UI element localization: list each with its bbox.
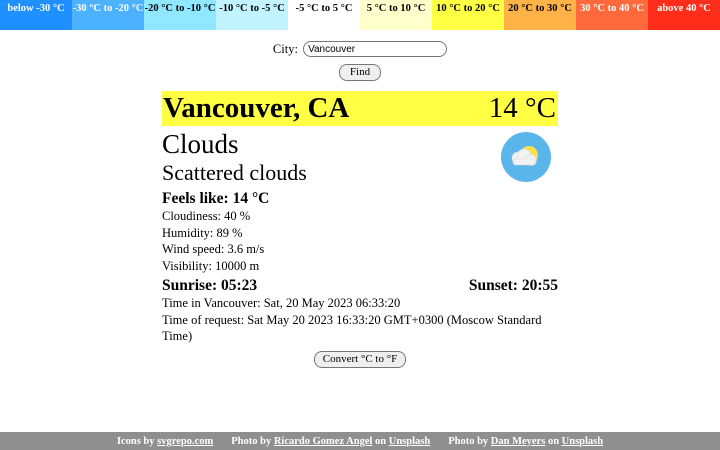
legend-cell: -5 °C to 5 °C [288, 0, 360, 30]
feels-like: Feels like: 14 °C [162, 190, 270, 207]
legend-cell: 5 °C to 10 °C [360, 0, 432, 30]
find-button[interactable]: Find [339, 64, 381, 81]
svgrepo-link[interactable]: svgrepo.com [157, 436, 213, 447]
sunset: Sunset: 20:55 [468, 277, 558, 294]
convert-units-button[interactable]: Convert °C to °F [314, 350, 406, 368]
sunrise: Sunrise: 05:23 [162, 277, 258, 294]
icons-credit: Icons by svgrepo.com [116, 435, 214, 447]
temperature-legend: below -30 °C -30 °C to -20 °C -20 °C to -1… [0, 0, 720, 30]
search-form: City: [0, 41, 720, 59]
city-name: Vancouver, CA [163, 92, 350, 124]
weather-description: Scattered clouds [162, 160, 307, 185]
legend-cell: 20 °C to 30 °C [504, 0, 576, 30]
unsplash-link-2[interactable]: Unsplash [562, 436, 603, 447]
visibility: Visibility: 10000 m [162, 258, 260, 273]
photographer-link-2[interactable]: Dan Meyers [491, 436, 546, 447]
legend-cell: below -30 °C [0, 0, 72, 30]
credits-footer: Icons by svgrepo.com Photo by Ricardo Go… [0, 432, 720, 450]
photo-credit-2: Photo by Dan Meyers on Unsplash [448, 435, 604, 447]
photo-credit-1: Photo by Ricardo Gomez Angel on Unsplash [231, 435, 431, 447]
current-temperature: 14 °C [488, 92, 556, 124]
legend-cell: 30 °C to 40 °C [576, 0, 648, 30]
weather-condition: Clouds [162, 129, 239, 159]
photographer-link-1[interactable]: Ricardo Gomez Angel [274, 436, 373, 447]
scattered-clouds-icon [501, 132, 551, 182]
weather-card: Vancouver, CA 14 °C Clouds Scattered clo… [162, 91, 558, 368]
sun-times: Sunrise: 05:23 Sunset: 20:55 [162, 276, 558, 295]
city-input[interactable] [303, 41, 448, 58]
legend-cell: 10 °C to 20 °C [432, 0, 504, 30]
local-time: Time in Vancouver: Sat, 20 May 2023 06:3… [162, 296, 401, 310]
wind-speed: Wind speed: 3.6 m/s [162, 242, 265, 256]
cloudiness: Cloudiness: 40 % [162, 209, 251, 223]
convert-row: Convert °C to °F [162, 349, 558, 368]
request-time: Time of request: Sat May 20 2023 16:33:2… [162, 312, 542, 344]
humidity: Humidity: 89 % [162, 225, 243, 240]
find-row: Find [0, 62, 720, 81]
weather-header: Vancouver, CA 14 °C [162, 91, 558, 126]
legend-cell: -10 °C to -5 °C [216, 0, 288, 30]
city-label: City: [272, 41, 298, 56]
legend-cell: -30 °C to -20 °C [72, 0, 144, 30]
legend-cell: -20 °C to -10 °C [144, 0, 216, 30]
legend-cell: above 40 °C [648, 0, 720, 30]
unsplash-link-1[interactable]: Unsplash [389, 436, 430, 447]
